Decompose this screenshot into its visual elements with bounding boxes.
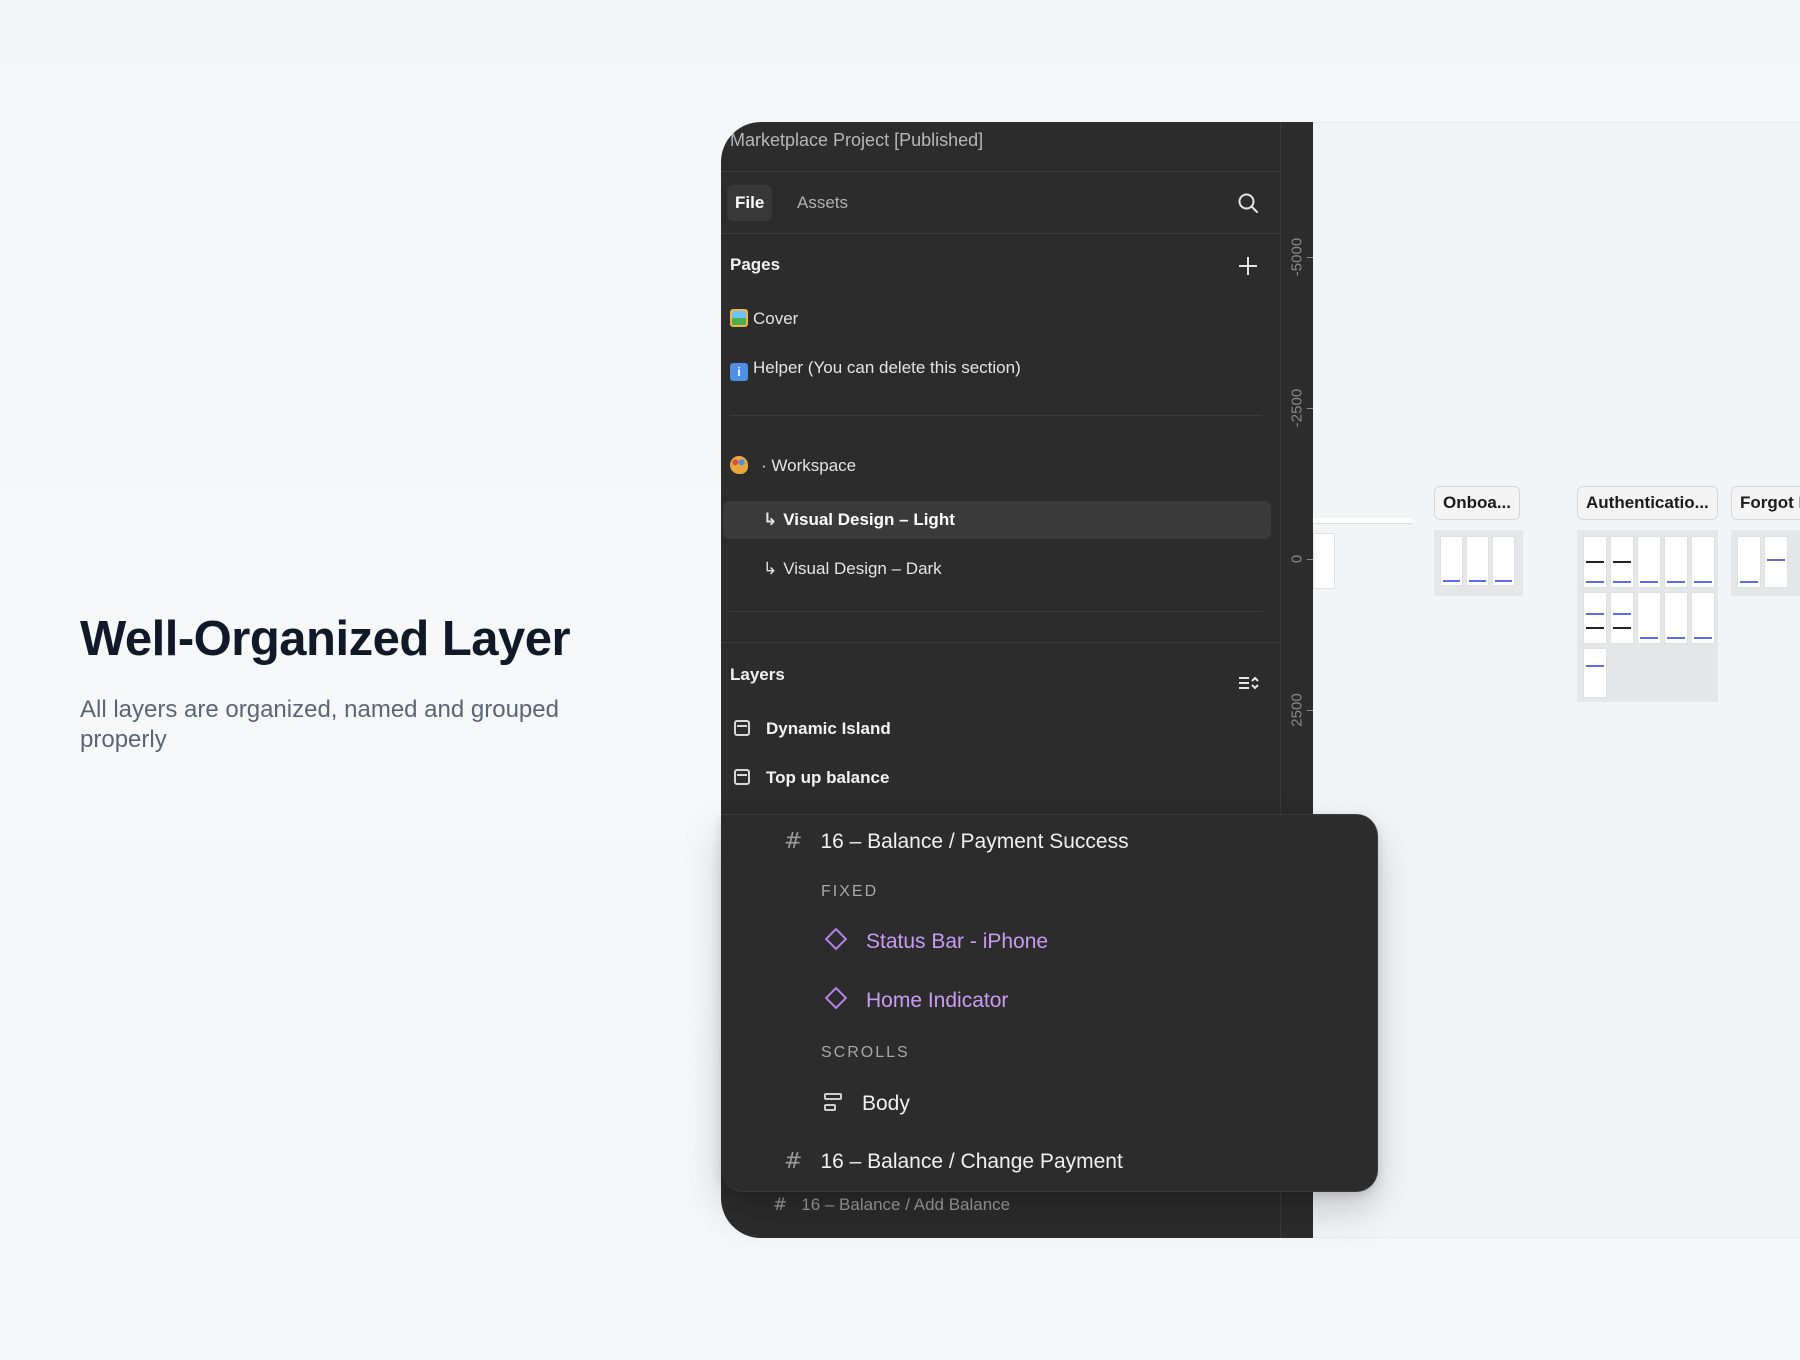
canvas-frame-thumb[interactable]	[1764, 536, 1788, 588]
canvas-frame-thumb[interactable]	[1583, 592, 1607, 644]
canvas-section-onboarding[interactable]: Onboa...	[1434, 486, 1520, 520]
figma-window: Marketplace Project [Published] File Ass…	[721, 122, 1800, 1238]
page-item-label: Visual Design – Dark	[783, 559, 942, 578]
canvas-frame-thumb[interactable]	[1637, 536, 1661, 588]
section-icon	[734, 769, 750, 785]
layer-dynamic-island[interactable]: Dynamic Island	[730, 719, 891, 739]
hero-subtitle: All layers are organized, named and grou…	[80, 695, 559, 753]
page-item-helper[interactable]: i Helper (You can delete this section)	[730, 358, 1021, 381]
layer-label: 16 – Balance / Add Balance	[801, 1195, 1011, 1214]
divider	[721, 233, 1280, 234]
page-item-label: Visual Design – Light	[783, 510, 955, 529]
layer-frame-change-payment[interactable]: #16 – Balance / Change Payment	[784, 1149, 1123, 1174]
layer-top-up-balance[interactable]: Top up balance	[730, 768, 889, 788]
page-item-label: Cover	[753, 309, 799, 328]
layer-body[interactable]: Body	[824, 1092, 910, 1116]
cover-emoji-icon	[730, 309, 748, 327]
canvas-frame-strip	[1313, 518, 1413, 524]
group-label-scrolls: SCROLLS	[821, 1044, 910, 1061]
canvas-section-authentication[interactable]: Authenticatio...	[1577, 486, 1718, 520]
hero-section: Well-Organized Layer All layers are orga…	[80, 610, 640, 755]
component-instance-icon	[824, 927, 848, 951]
design-canvas[interactable]: Onboa... Authenticatio... Forgot Pa	[1313, 122, 1800, 1238]
canvas-frame-thumb[interactable]	[1313, 533, 1335, 589]
canvas-frame-thumb[interactable]	[1691, 536, 1715, 588]
divider	[721, 171, 1280, 172]
canvas-frame-thumb[interactable]	[1583, 648, 1607, 698]
layer-label: Body	[862, 1092, 910, 1115]
canvas-frame-thumb[interactable]	[1610, 536, 1634, 588]
page-item-visual-light[interactable]: ↳ Visual Design – Light	[763, 510, 955, 530]
layer-label: 16 – Balance / Payment Success	[820, 830, 1129, 853]
sub-page-arrow-icon: ↳	[763, 559, 778, 578]
canvas-frame-thumb[interactable]	[1492, 536, 1515, 586]
canvas-frame-thumb[interactable]	[1664, 536, 1688, 588]
layer-status-bar[interactable]: Status Bar - iPhone	[824, 927, 1049, 954]
layer-label: Home Indicator	[866, 989, 1009, 1012]
layer-label: Top up balance	[766, 768, 890, 787]
tab-assets[interactable]: Assets	[789, 185, 856, 221]
search-icon[interactable]	[1236, 191, 1260, 215]
info-emoji-icon: i	[730, 363, 748, 381]
layer-label: 16 – Balance / Change Payment	[820, 1150, 1123, 1173]
page-item-cover[interactable]: Cover	[730, 309, 798, 329]
component-instance-icon	[824, 986, 848, 1010]
frame-hash-icon: #	[784, 829, 803, 854]
page-item-label: Helper (You can delete this section)	[753, 358, 1021, 377]
canvas-frame-thumb[interactable]	[1691, 592, 1715, 644]
canvas-frame-thumb[interactable]	[1637, 592, 1661, 644]
group-label-fixed: FIXED	[821, 883, 879, 900]
canvas-frame-thumb[interactable]	[1737, 536, 1761, 588]
canvas-frame-thumb[interactable]	[1610, 592, 1634, 644]
page-item-label: · Workspace	[761, 456, 857, 475]
add-page-icon[interactable]	[1236, 254, 1260, 278]
layer-home-indicator[interactable]: Home Indicator	[824, 986, 1009, 1013]
divider	[721, 642, 1280, 643]
layer-add-balance[interactable]: #16 – Balance / Add Balance	[773, 1195, 1010, 1215]
section-icon	[734, 720, 750, 736]
pages-label: Pages	[730, 255, 781, 274]
layer-label: Dynamic Island	[766, 719, 891, 738]
page-item-workspace[interactable]: · Workspace	[730, 456, 856, 476]
canvas-frame-thumb[interactable]	[1466, 536, 1489, 586]
divider	[730, 415, 1262, 416]
layer-label: Status Bar - iPhone	[866, 930, 1049, 953]
layers-label: Layers	[730, 665, 785, 684]
canvas-frame-thumb[interactable]	[1583, 536, 1607, 588]
canvas-frame-thumb[interactable]	[1664, 592, 1688, 644]
palette-emoji-icon	[730, 456, 748, 474]
layer-frame-payment-success[interactable]: #16 – Balance / Payment Success	[784, 829, 1129, 854]
auto-layout-icon	[824, 1093, 842, 1113]
page-item-visual-dark[interactable]: ↳ Visual Design – Dark	[763, 559, 942, 579]
canvas-section-forgot-password[interactable]: Forgot Pa	[1731, 486, 1800, 520]
file-title[interactable]: Marketplace Project [Published]	[730, 130, 983, 151]
frame-hash-icon: #	[773, 1195, 788, 1215]
sub-page-arrow-icon: ↳	[763, 510, 778, 529]
canvas-frame-thumb[interactable]	[1440, 536, 1463, 586]
collapse-layers-icon[interactable]	[1236, 672, 1260, 696]
frame-hash-icon: #	[784, 1149, 803, 1174]
tab-file[interactable]: File	[727, 185, 773, 221]
hero-title: Well-Organized Layer	[80, 612, 571, 666]
divider	[730, 611, 1262, 612]
layers-expanded-panel: #16 – Balance / Payment Success FIXED St…	[721, 814, 1378, 1192]
